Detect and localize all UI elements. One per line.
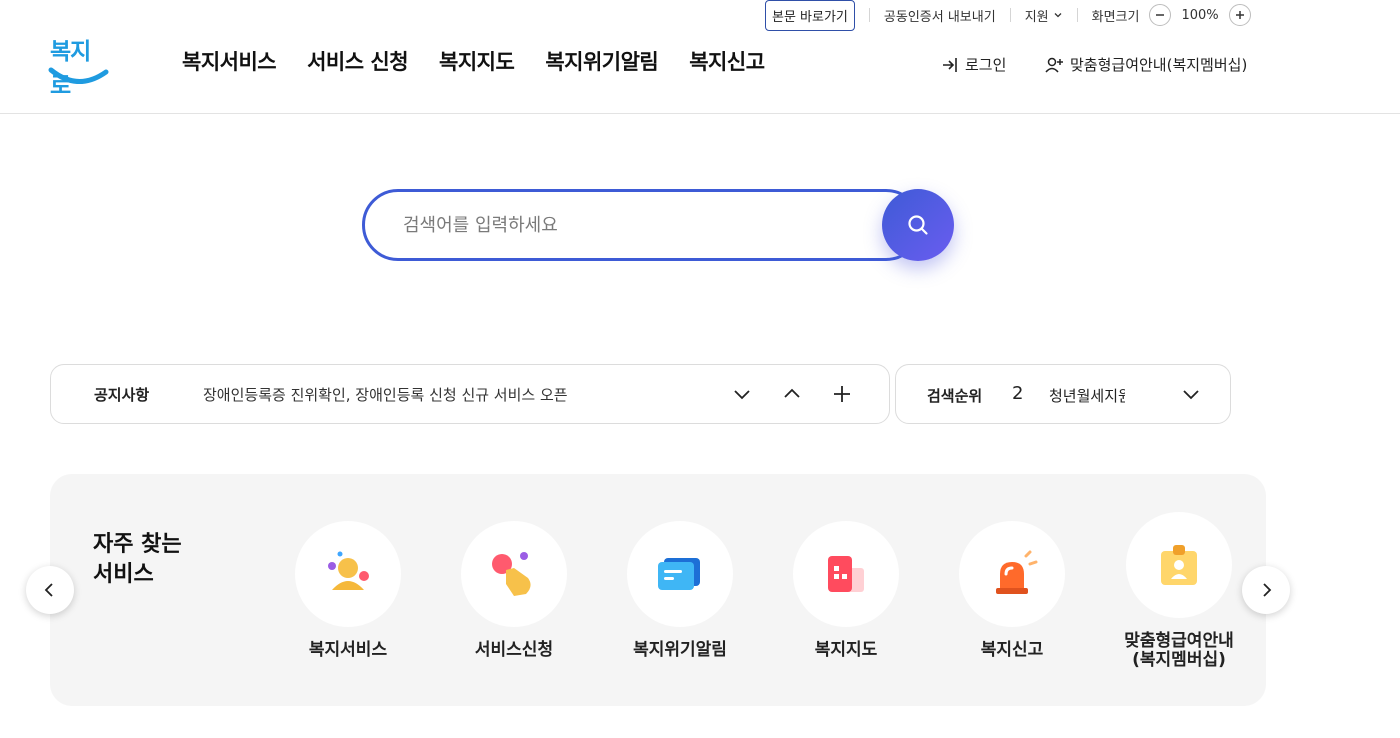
plus-icon — [1235, 11, 1244, 19]
service-item-welfare-report[interactable]: 복지신고 — [937, 521, 1087, 660]
login-label: 로그인 — [965, 56, 1007, 74]
message-icon — [658, 558, 700, 590]
service-item-crisis-alert[interactable]: 복지위기알림 — [605, 521, 755, 660]
zoom-out-button[interactable] — [1149, 4, 1172, 26]
chevron-right-icon — [1263, 583, 1272, 597]
add-user-icon — [1045, 57, 1063, 73]
services-title-line1: 자주 찾는 — [93, 532, 182, 557]
service-item-membership[interactable]: 맞춤형급여안내 (복지멤버십) — [1104, 512, 1254, 670]
nav-welfare-report[interactable]: 복지신고 — [689, 46, 765, 76]
service-label: 복지지도 — [814, 640, 878, 660]
ranking-term[interactable]: 청년월세지원 — [1049, 385, 1125, 406]
person-icon — [328, 551, 369, 590]
zoom-in-button[interactable] — [1228, 4, 1251, 26]
service-label-multiline: 맞춤형급여안내 (복지멤버십) — [1104, 632, 1254, 670]
site-logo[interactable]: 복지로 — [48, 32, 110, 99]
service-icon-circle — [627, 521, 733, 627]
membership-label: 맞춤형급여안내(복지멤버십) — [1070, 56, 1248, 74]
service-icon-circle — [793, 521, 899, 627]
notice-more-button[interactable] — [830, 382, 854, 406]
ranking-number: 2 — [1012, 383, 1024, 404]
chevron-down-icon — [1054, 13, 1062, 18]
services-title: 자주 찾는 서비스 — [93, 530, 182, 590]
chevron-up-icon — [784, 388, 800, 398]
divider — [868, 8, 870, 22]
frequent-services-panel: 자주 찾는 서비스 복지서비스 서비스신청 복지위기알림 복지지도 복지신고 맞… — [50, 474, 1266, 706]
login-link[interactable]: 로그인 — [942, 54, 1006, 75]
service-icon-circle — [295, 521, 401, 627]
ranking-title: 검색순위 — [927, 387, 983, 405]
tap-hand-icon — [492, 552, 531, 596]
support-menu[interactable]: 지원 — [1025, 6, 1063, 25]
notice-title: 공지사항 — [94, 385, 150, 404]
minus-icon — [1156, 14, 1165, 16]
service-label: 복지신고 — [980, 640, 1044, 660]
search-button[interactable] — [882, 189, 954, 261]
search-box — [362, 189, 954, 261]
service-label-line2: (복지멤버십) — [1132, 650, 1226, 670]
main-nav: 복지서비스 서비스 신청 복지지도 복지위기알림 복지신고 — [182, 46, 765, 76]
search-ranking: 검색순위 2 청년월세지원 — [895, 364, 1231, 424]
plus-icon — [834, 386, 850, 402]
id-badge-icon — [1161, 545, 1197, 585]
carousel-prev-button[interactable] — [26, 566, 74, 614]
nav-welfare-service[interactable]: 복지서비스 — [182, 46, 277, 76]
service-item-welfare-map[interactable]: 복지지도 — [771, 521, 921, 660]
screen-size-label: 화면크기 — [1091, 9, 1140, 25]
divider — [1009, 8, 1011, 22]
notice-next-button[interactable] — [730, 382, 754, 406]
membership-link[interactable]: 맞춤형급여안내(복지멤버십) — [1045, 54, 1247, 75]
nav-crisis-alert[interactable]: 복지위기알림 — [545, 46, 658, 76]
skip-to-content-link[interactable]: 본문 바로가기 — [765, 0, 855, 31]
logo-smile-icon — [48, 67, 109, 84]
notice-prev-button[interactable] — [780, 382, 804, 406]
service-label: 복지위기알림 — [633, 640, 727, 660]
map-building-icon — [828, 556, 864, 592]
support-label: 지원 — [1024, 9, 1049, 25]
service-icon-circle — [1126, 512, 1232, 618]
certificate-export-link[interactable]: 공동인증서 내보내기 — [884, 6, 996, 25]
siren-icon — [996, 550, 1038, 594]
service-item-apply[interactable]: 서비스신청 — [439, 521, 589, 660]
services-title-line2: 서비스 — [93, 562, 154, 587]
service-label-line1: 맞춤형급여안내 — [1124, 631, 1234, 651]
service-icon-circle — [959, 521, 1065, 627]
divider — [1076, 8, 1078, 22]
service-label: 복지서비스 — [308, 640, 388, 660]
ranking-expand-button[interactable] — [1179, 382, 1203, 406]
notice-bar: 공지사항 장애인등록증 진위확인, 장애인등록 신청 신규 서비스 오픈 — [50, 364, 890, 424]
chevron-down-icon — [734, 390, 750, 400]
chevron-down-icon — [1183, 390, 1199, 400]
nav-welfare-map[interactable]: 복지지도 — [439, 46, 515, 76]
notice-text[interactable]: 장애인등록증 진위확인, 장애인등록 신청 신규 서비스 오픈 — [203, 384, 568, 405]
search-icon — [908, 215, 928, 235]
carousel-next-button[interactable] — [1242, 566, 1290, 614]
nav-service-apply[interactable]: 서비스 신청 — [307, 46, 408, 76]
service-icon-circle — [461, 521, 567, 627]
service-item-welfare[interactable]: 복지서비스 — [273, 521, 423, 660]
service-label: 서비스신청 — [474, 640, 554, 660]
login-icon — [943, 57, 957, 72]
zoom-level: 100% — [1181, 7, 1219, 23]
search-input[interactable] — [362, 189, 922, 261]
chevron-left-icon — [44, 583, 53, 597]
utility-bar: 본문 바로가기 공동인증서 내보내기 지원 화면크기 100% — [765, 0, 1251, 31]
